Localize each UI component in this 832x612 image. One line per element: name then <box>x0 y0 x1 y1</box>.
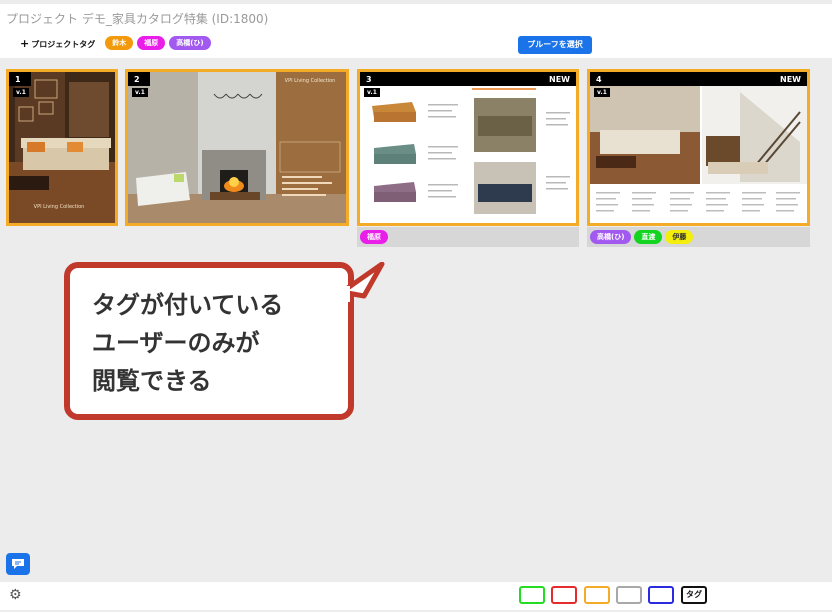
card-3-tags: 福原 <box>357 227 579 247</box>
proof-card-2[interactable]: 2 v.1 VPI Living Collection <box>125 69 349 226</box>
footer-toolbar: ⚙ タグ <box>0 582 832 610</box>
card-number: 3 <box>366 75 372 84</box>
card-number: 4 <box>596 75 602 84</box>
new-badge: NEW <box>780 75 801 84</box>
card-tag-naowatari[interactable]: 直渡 <box>634 230 663 244</box>
project-tag-fukuhara[interactable]: 福原 <box>137 36 166 50</box>
project-tag-takahashi[interactable]: 高橋(ひ) <box>169 36 211 50</box>
card-number: 2 <box>134 75 140 84</box>
filter-green-swatch[interactable] <box>519 586 545 604</box>
card-version: v.1 <box>364 88 380 97</box>
card-tag-ito[interactable]: 伊藤 <box>665 230 694 244</box>
card-version: v.1 <box>13 88 29 97</box>
card-1-collection-text: VPI Living Collection <box>34 204 85 210</box>
card-thumbnail-fireplace-room: VPI Living Collection <box>128 72 346 223</box>
project-tag-row: + プロジェクトタグ 鈴木 福原 高橋(ひ) <box>20 36 211 50</box>
tag-filter-button[interactable]: タグ <box>681 586 707 604</box>
project-tag-suzuki[interactable]: 鈴木 <box>105 36 134 50</box>
select-proof-button[interactable]: プルーフを選択 <box>518 36 592 54</box>
card-topbar <box>360 72 576 86</box>
card-version: v.1 <box>594 88 610 97</box>
callout-box: タグが付いている ユーザーのみが 閲覧できる <box>64 262 354 420</box>
card-version: v.1 <box>132 88 148 97</box>
plus-icon: + <box>20 36 30 50</box>
chat-button[interactable] <box>6 553 30 575</box>
proof-card-4[interactable]: 4 NEW v.1 <box>587 69 810 226</box>
add-project-tag-button[interactable]: + プロジェクトタグ <box>20 37 95 50</box>
callout-line-3: 閲覧できる <box>92 367 212 395</box>
filter-red-swatch[interactable] <box>551 586 577 604</box>
card-number: 1 <box>15 75 21 84</box>
filter-gray-swatch[interactable] <box>616 586 642 604</box>
project-title: プロジェクト デモ_家具カタログ特集 (ID:1800) <box>6 12 269 26</box>
card-topbar <box>590 72 807 86</box>
callout-line-1: タグが付いている <box>92 291 284 319</box>
proof-card-1[interactable]: 1 v.1 VPI Living Collection <box>6 69 118 226</box>
callout-line-2: ユーザーのみが <box>92 329 260 357</box>
header: プロジェクト デモ_家具カタログ特集 (ID:1800) + プロジェクトタグ 鈴… <box>0 4 832 58</box>
callout-text: タグが付いている ユーザーのみが 閲覧できる <box>92 286 283 400</box>
card-tag-fukuhara[interactable]: 福原 <box>360 230 388 244</box>
chat-bubble-icon <box>12 559 24 569</box>
filter-orange-swatch[interactable] <box>584 586 610 604</box>
card-thumbnail-interior-catalog <box>590 72 807 223</box>
callout-pointer <box>336 262 385 302</box>
new-badge: NEW <box>549 75 570 84</box>
add-tag-label: プロジェクトタグ <box>31 39 96 49</box>
card-4-tags: 高橋(ひ) 直渡 伊藤 <box>587 227 810 247</box>
filter-blue-swatch[interactable] <box>648 586 674 604</box>
proof-card-3[interactable]: 3 NEW v.1 <box>357 69 579 226</box>
card-2-collection-text: VPI Living Collection <box>285 78 336 84</box>
gear-icon[interactable]: ⚙ <box>9 587 22 603</box>
card-thumbnail-sofa-catalog <box>360 72 576 223</box>
card-tag-takahashi[interactable]: 高橋(ひ) <box>590 230 632 244</box>
